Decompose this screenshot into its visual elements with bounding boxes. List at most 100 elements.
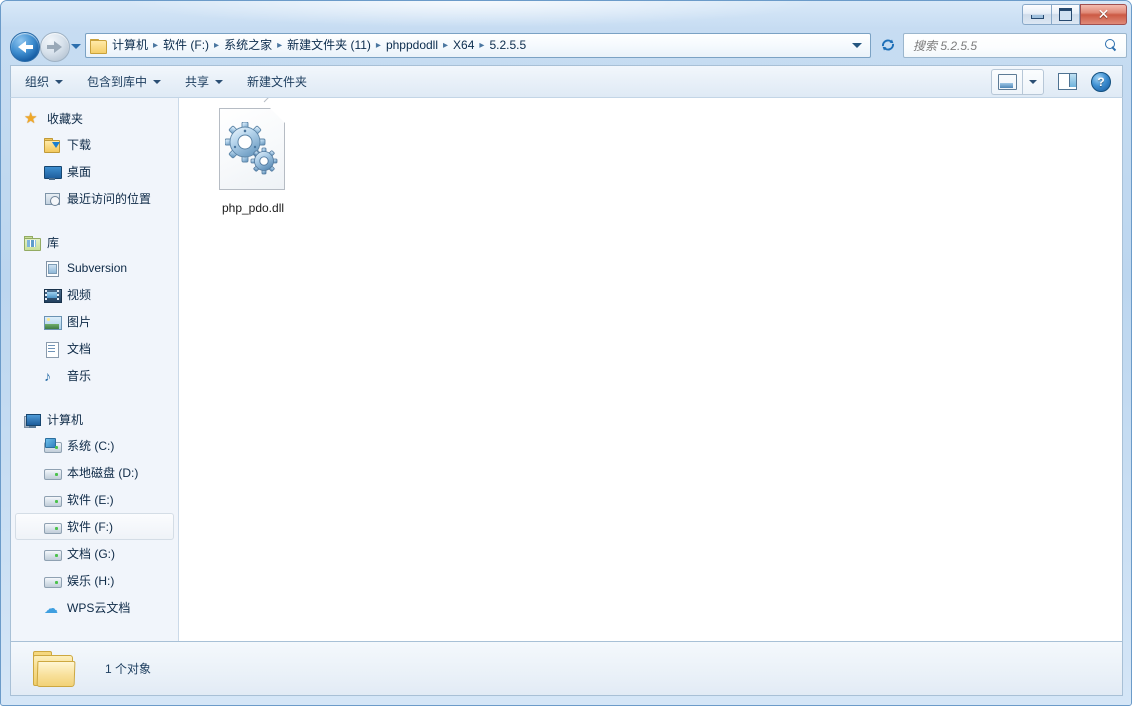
change-view-button[interactable]: [991, 68, 1022, 95]
sidebar-item-downloads[interactable]: 下载: [15, 131, 174, 158]
sidebar-item-subversion-label: Subversion: [67, 261, 128, 275]
folder-icon: [31, 650, 77, 688]
maximize-button[interactable]: [1051, 3, 1080, 25]
explorer-body: ★ 收藏夹 下载 桌面 最近访问的位置 库 Subversion 视频 图片 文…: [10, 97, 1123, 642]
star-icon: ★: [24, 109, 38, 127]
breadcrumb-separator: ▸: [443, 40, 449, 51]
back-button[interactable]: [10, 32, 40, 62]
sidebar-item-drive-d[interactable]: 本地磁盘 (D:): [15, 459, 174, 486]
toolbar-include-in-library-label: 包含到库中: [87, 75, 148, 89]
title-bar-glow: [121, 1, 821, 27]
sidebar-item-videos-label: 视频: [67, 288, 92, 302]
sidebar-item-drive-d-label: 本地磁盘 (D:): [67, 466, 139, 480]
toolbar-include-in-library-button[interactable]: 包含到库中: [77, 69, 171, 94]
breadcrumb-separator: ▸: [214, 40, 220, 51]
forward-arrow-tail: [47, 45, 54, 49]
sidebar-header-computer-label: 计算机: [47, 413, 84, 427]
file-name-label: php_pdo.dll: [221, 201, 285, 215]
preview-pane-icon: [1057, 73, 1077, 90]
breadcrumb-item-2[interactable]: 系统之家: [220, 34, 276, 57]
sidebar-item-drive-e-label: 软件 (E:): [67, 493, 114, 507]
sidebar-item-drive-g-label: 文档 (G:): [67, 547, 115, 561]
toolbar-new-folder-label: 新建文件夹: [247, 75, 308, 89]
sidebar-item-recent-places-label: 最近访问的位置: [67, 192, 152, 206]
search-box[interactable]: 搜索 5.2.5.5: [903, 33, 1127, 58]
sidebar-item-desktop[interactable]: 桌面: [15, 158, 174, 185]
subversion-icon: [44, 260, 60, 277]
navigation-pane[interactable]: ★ 收藏夹 下载 桌面 最近访问的位置 库 Subversion 视频 图片 文…: [11, 98, 179, 641]
sidebar-header-libraries[interactable]: 库: [11, 230, 178, 255]
breadcrumb-item-6[interactable]: 5.2.5.5: [485, 34, 530, 57]
refresh-button[interactable]: [877, 34, 899, 56]
documents-icon: [44, 341, 60, 358]
toolbar-organize-button[interactable]: 组织: [15, 69, 73, 94]
back-arrow-tail: [26, 45, 33, 49]
sidebar-item-subversion[interactable]: Subversion: [15, 255, 174, 281]
search-placeholder: 搜索 5.2.5.5: [913, 39, 978, 53]
sidebar-group-favorites: ★ 收藏夹 下载 桌面 最近访问的位置: [11, 106, 178, 212]
sidebar-group-libraries: 库 Subversion 视频 图片 文档 ♪ 音乐: [11, 230, 178, 389]
breadcrumb-item-5[interactable]: X64: [449, 34, 478, 57]
sidebar-item-wps-cloud[interactable]: ☁ WPS云文档: [15, 594, 174, 621]
toolbar-new-folder-button[interactable]: 新建文件夹: [237, 69, 317, 94]
minimize-button[interactable]: [1022, 3, 1051, 25]
minimize-icon: [1030, 14, 1044, 19]
drive-icon: [44, 519, 62, 535]
sidebar-header-favorites[interactable]: ★ 收藏夹: [11, 106, 178, 131]
pictures-icon: [44, 314, 62, 330]
breadcrumb-item-1[interactable]: 软件 (F:): [159, 34, 213, 57]
preview-pane-button[interactable]: [1054, 70, 1080, 94]
drive-icon: [44, 546, 62, 562]
sidebar-header-favorites-label: 收藏夹: [47, 112, 84, 126]
sidebar-item-drive-f-label: 软件 (F:): [67, 520, 113, 534]
address-dropdown-icon[interactable]: [852, 43, 862, 48]
toolbar-organize-label: 组织: [25, 75, 50, 89]
drive-icon: [44, 465, 62, 481]
sidebar-item-drive-h[interactable]: 娱乐 (H:): [15, 567, 174, 594]
title-bar: ✕: [1, 1, 1131, 29]
sidebar-header-computer[interactable]: 计算机: [11, 407, 178, 432]
breadcrumb-separator: ▸: [153, 40, 159, 51]
breadcrumb-item-3[interactable]: 新建文件夹 (11): [283, 34, 375, 57]
folder-download-icon: [44, 137, 60, 153]
view-mode-icon: [997, 73, 1017, 90]
view-options-dropdown[interactable]: [1022, 68, 1044, 95]
help-button[interactable]: ?: [1088, 70, 1114, 94]
sidebar-item-recent-places[interactable]: 最近访问的位置: [15, 185, 174, 212]
file-item-php-pdo-dll[interactable]: php_pdo.dll: [201, 98, 305, 216]
chevron-down-icon: [55, 79, 64, 84]
sidebar-item-drive-c[interactable]: 系统 (C:): [15, 432, 174, 459]
address-folder-icon: [90, 38, 107, 54]
sidebar-item-documents[interactable]: 文档: [15, 335, 174, 362]
maximize-icon: [1059, 7, 1072, 21]
sidebar-item-videos[interactable]: 视频: [15, 281, 174, 308]
sidebar-item-drive-e[interactable]: 软件 (E:): [15, 486, 174, 513]
sidebar-item-drive-f[interactable]: 软件 (F:): [15, 513, 174, 540]
sidebar-item-desktop-label: 桌面: [67, 165, 92, 179]
sidebar-item-wps-cloud-label: WPS云文档: [67, 601, 131, 615]
sidebar-header-network[interactable]: 网络: [11, 639, 178, 641]
close-button[interactable]: ✕: [1080, 3, 1127, 25]
explorer-window: ✕ 计算机 ▸ 软件 (F:) ▸ 系统之家 ▸ 新建文件夹 (11) ▸ ph…: [0, 0, 1132, 706]
breadcrumb-separator: ▸: [277, 40, 283, 51]
file-list-pane[interactable]: php_pdo.dll: [179, 98, 1122, 641]
address-bar-row: 计算机 ▸ 软件 (F:) ▸ 系统之家 ▸ 新建文件夹 (11) ▸ phpp…: [1, 29, 1131, 63]
forward-arrow-icon: [54, 41, 62, 53]
chevron-down-icon: [1029, 79, 1037, 84]
toolbar-share-label: 共享: [185, 75, 210, 89]
breadcrumb-item-4[interactable]: phppdodll: [382, 34, 442, 57]
address-bar[interactable]: 计算机 ▸ 软件 (F:) ▸ 系统之家 ▸ 新建文件夹 (11) ▸ phpp…: [85, 33, 871, 58]
sidebar-item-music[interactable]: ♪ 音乐: [15, 362, 174, 389]
recent-pages-dropdown-icon[interactable]: [71, 44, 81, 49]
forward-button[interactable]: [40, 32, 70, 62]
sidebar-item-drive-g[interactable]: 文档 (G:): [15, 540, 174, 567]
system-drive-icon: [44, 437, 62, 454]
breadcrumb-item-0[interactable]: 计算机: [108, 34, 152, 57]
sidebar-item-pictures[interactable]: 图片: [15, 308, 174, 335]
breadcrumb-separator: ▸: [479, 40, 485, 51]
refresh-icon: [882, 39, 894, 51]
sidebar-item-drive-c-label: 系统 (C:): [67, 439, 115, 453]
toolbar-share-button[interactable]: 共享: [175, 69, 233, 94]
sidebar-item-downloads-label: 下载: [67, 138, 92, 152]
